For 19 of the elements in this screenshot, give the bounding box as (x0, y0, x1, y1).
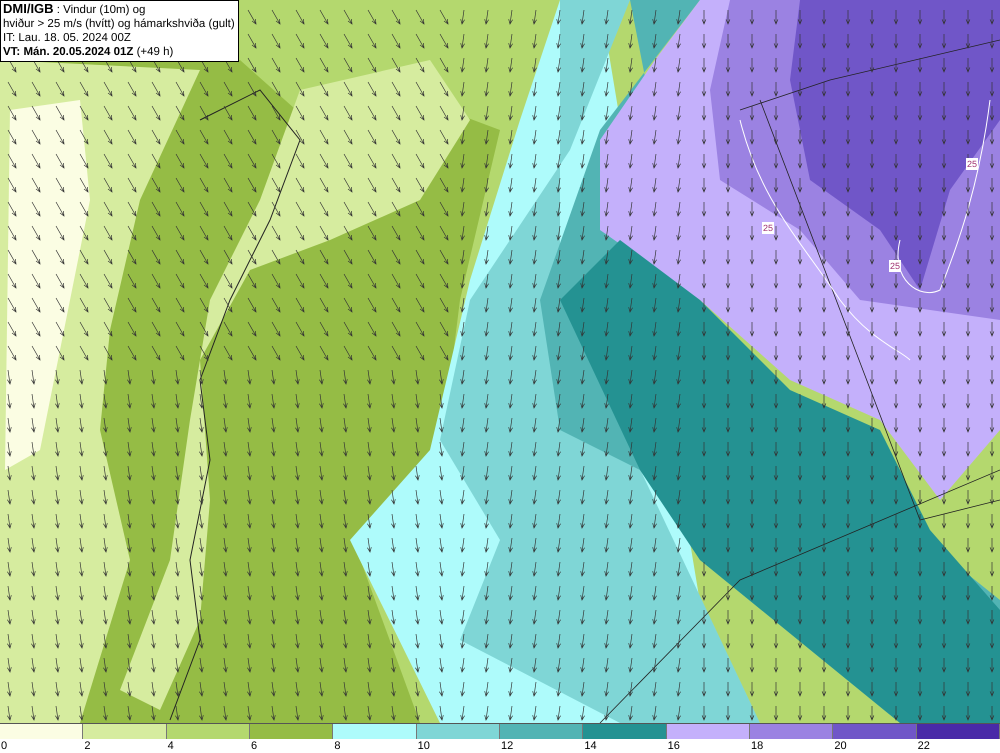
legend-tick-label: 0 (1, 739, 8, 753)
contour-label: 25 (762, 222, 774, 234)
legend-tick-label: 12 (501, 739, 514, 753)
legend-tick-label: 22 (918, 739, 930, 753)
legend-tick-label: 2 (84, 739, 90, 753)
contour-label: 25 (966, 158, 978, 170)
legend-tick-label: 18 (751, 739, 764, 753)
legend-tick-label: 14 (584, 739, 597, 753)
title-line: DMI/IGB : Vindur (10m) og (3, 2, 146, 17)
title-line: IT: Lau. 18. 05. 2024 00Z (3, 31, 132, 45)
title-line: VT: Mán. 20.05.2024 01Z (+49 h) (3, 45, 174, 59)
contour-label: 25 (889, 260, 902, 272)
legend-tick-label: 16 (668, 739, 680, 753)
legend-tick-label: 20 (834, 739, 847, 753)
legend-tick-label: 4 (168, 739, 174, 753)
title-line: hviður > 25 m/s (hvítt) og hámarkshviða (gult) (3, 17, 235, 31)
legend-tick-label: 10 (418, 739, 430, 753)
legend-tick-label: 6 (251, 739, 258, 753)
legend-tick-label: 8 (334, 739, 340, 753)
